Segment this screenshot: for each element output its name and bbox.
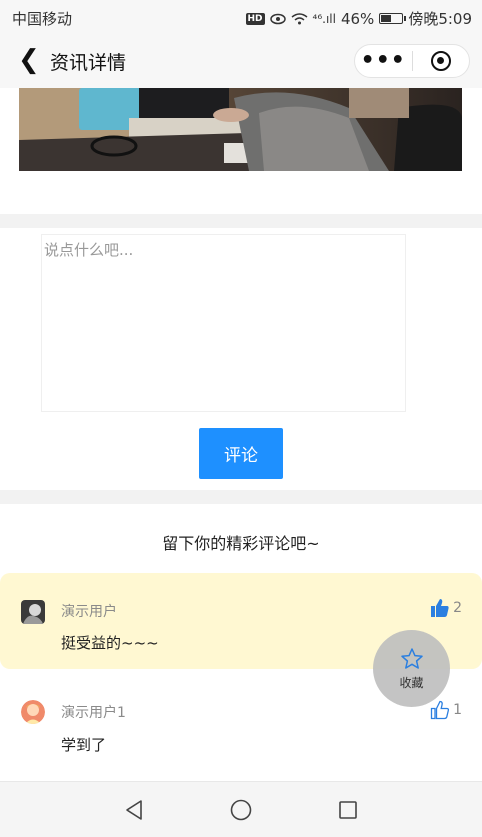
comment-username: 演示用户 bbox=[61, 604, 117, 620]
section-separator bbox=[0, 490, 482, 504]
thumbs-up-icon bbox=[431, 599, 449, 617]
section-separator bbox=[0, 214, 482, 228]
comment-input-box bbox=[41, 234, 406, 412]
sys-home-button[interactable] bbox=[228, 798, 254, 822]
like-count: 1 bbox=[453, 702, 462, 718]
more-button[interactable]: ••• bbox=[355, 50, 412, 72]
status-icons: HD ⁴⁶.ıll 46% 傍晚5:09 bbox=[245, 8, 472, 29]
avatar bbox=[21, 700, 45, 724]
sys-back-button[interactable] bbox=[121, 798, 147, 822]
comment-text: 学到了 bbox=[61, 736, 107, 754]
comment-input[interactable] bbox=[42, 235, 405, 411]
thumbs-up-icon bbox=[430, 700, 450, 720]
target-icon bbox=[430, 51, 451, 71]
battery-icon bbox=[379, 13, 407, 24]
like-count: 2 bbox=[453, 600, 462, 616]
comment-text: 挺受益的~~~ bbox=[61, 634, 159, 652]
square-recent-icon bbox=[339, 801, 357, 819]
close-button[interactable] bbox=[413, 51, 470, 71]
like-button[interactable]: 2 bbox=[430, 598, 462, 618]
like-button[interactable]: 1 bbox=[430, 700, 462, 720]
star-icon bbox=[400, 647, 423, 669]
sys-recent-button[interactable] bbox=[335, 798, 361, 822]
favorite-button[interactable]: 收藏 bbox=[373, 630, 450, 707]
clock: 傍晚5:09 bbox=[408, 10, 472, 28]
signal-icon: ⁴⁶.ıll bbox=[312, 11, 336, 26]
comments-heading: 留下你的精彩评论吧~ bbox=[162, 534, 320, 553]
circle-home-icon bbox=[230, 799, 252, 821]
office-photo bbox=[19, 88, 462, 171]
avatar bbox=[21, 600, 45, 624]
wifi-icon bbox=[291, 13, 307, 25]
carrier-label: 中国移动 bbox=[12, 10, 73, 28]
nav-bar: ❮ 资讯详情 ••• bbox=[0, 34, 482, 88]
article-image bbox=[19, 88, 462, 171]
eye-icon bbox=[269, 13, 286, 24]
page-title: 资讯详情 bbox=[50, 52, 127, 74]
hd-badge: HD bbox=[245, 12, 265, 25]
battery-percent: 46% bbox=[340, 9, 375, 28]
status-bar: 中国移动 HD ⁴⁶.ıll 46% 傍晚5:09 bbox=[0, 0, 482, 34]
back-icon[interactable]: ❮ bbox=[18, 47, 40, 73]
mini-program-capsule: ••• bbox=[354, 44, 470, 78]
comment-username: 演示用户1 bbox=[61, 705, 126, 721]
submit-comment-button[interactable]: 评论 bbox=[199, 428, 283, 479]
system-navigation-bar bbox=[0, 781, 482, 837]
favorite-label: 收藏 bbox=[399, 675, 424, 690]
triangle-back-icon bbox=[126, 800, 142, 820]
